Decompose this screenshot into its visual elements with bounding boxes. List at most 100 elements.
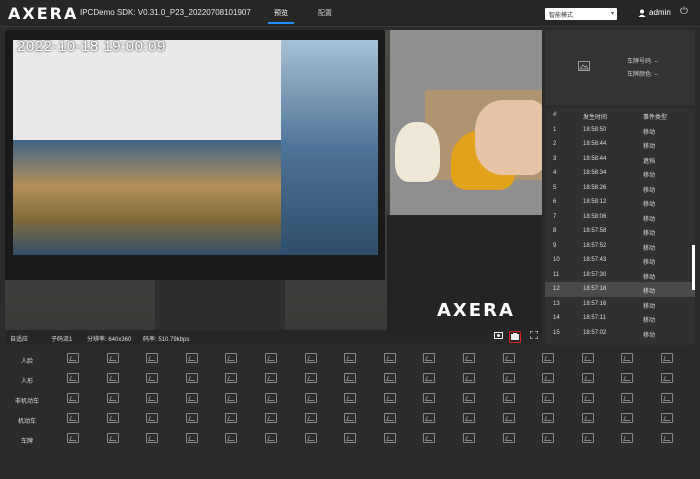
capture-thumbnail-icon[interactable] [542, 393, 555, 403]
capture-thumbnail-icon[interactable] [502, 353, 515, 363]
mode-select[interactable]: 智能模式 ▾ [545, 8, 617, 20]
capture-thumbnail-icon[interactable] [423, 433, 436, 443]
capture-thumbnail-icon[interactable] [463, 433, 475, 443]
event-row[interactable]: 12 18:57:18 移动 [545, 282, 695, 297]
capture-thumbnail-icon[interactable] [621, 413, 634, 423]
user-menu[interactable]: admin [638, 8, 671, 17]
capture-thumbnail-icon[interactable] [423, 393, 436, 403]
capture-thumbnail-icon[interactable] [344, 433, 357, 443]
capture-thumbnail-icon[interactable] [106, 413, 119, 423]
capture-thumbnail-icon[interactable] [67, 373, 79, 383]
capture-thumbnail-icon[interactable] [383, 373, 396, 383]
event-row[interactable]: 8 18:57:58 移动 [545, 224, 695, 239]
capture-thumbnail-icon[interactable] [581, 413, 594, 423]
capture-thumbnail-icon[interactable] [621, 373, 634, 383]
event-row[interactable]: 5 18:58:26 移动 [545, 181, 695, 196]
capture-thumbnail-icon[interactable] [265, 353, 277, 363]
capture-thumbnail-icon[interactable] [304, 433, 317, 443]
capture-thumbnail-icon[interactable] [502, 413, 515, 423]
capture-thumbnail-icon[interactable] [502, 393, 515, 403]
capture-thumbnail-icon[interactable] [225, 353, 238, 363]
capture-thumbnail-icon[interactable] [581, 373, 594, 383]
capture-thumbnail-icon[interactable] [463, 353, 475, 363]
capture-thumbnail-icon[interactable] [146, 413, 159, 423]
capture-thumbnail-icon[interactable] [185, 353, 198, 363]
capture-thumbnail-icon[interactable] [225, 413, 238, 423]
capture-thumbnail-icon[interactable] [542, 433, 555, 443]
event-row[interactable]: 9 18:57:52 移动 [545, 239, 695, 254]
capture-thumbnail-icon[interactable] [146, 433, 159, 443]
capture-thumbnail-icon[interactable] [383, 413, 396, 423]
capture-thumbnail-icon[interactable] [423, 373, 436, 383]
capture-thumbnail-icon[interactable] [621, 393, 634, 403]
capture-thumbnail-icon[interactable] [383, 433, 396, 443]
capture-thumbnail-icon[interactable] [463, 373, 475, 383]
capture-thumbnail-icon[interactable] [581, 433, 594, 443]
event-row[interactable]: 14 18:57:11 移动 [545, 311, 695, 326]
capture-thumbnail-icon[interactable] [542, 373, 555, 383]
capture-thumbnail-icon[interactable] [146, 353, 159, 363]
event-row[interactable]: 11 18:57:30 移动 [545, 268, 695, 283]
capture-thumbnail-icon[interactable] [661, 353, 673, 363]
capture-thumbnail-icon[interactable] [185, 433, 198, 443]
camera-icon[interactable] [492, 331, 504, 343]
capture-thumbnail-icon[interactable] [463, 413, 475, 423]
capture-thumbnail-icon[interactable] [265, 373, 277, 383]
capture-thumbnail-icon[interactable] [423, 353, 436, 363]
event-row[interactable]: 2 18:58:44 移动 [545, 137, 695, 152]
capture-thumbnail-icon[interactable] [106, 353, 119, 363]
capture-thumbnail-icon[interactable] [185, 413, 198, 423]
capture-thumbnail-icon[interactable] [304, 373, 317, 383]
event-row[interactable]: 1 18:58:50 移动 [545, 123, 695, 138]
fullscreen-icon[interactable] [528, 330, 540, 343]
capture-thumbnail-icon[interactable] [661, 413, 673, 423]
capture-thumbnail-icon[interactable] [67, 433, 79, 443]
capture-thumbnail-icon[interactable] [304, 393, 317, 403]
capture-thumbnail-icon[interactable] [463, 393, 475, 403]
capture-thumbnail-icon[interactable] [581, 393, 594, 403]
capture-thumbnail-icon[interactable] [225, 433, 238, 443]
capture-thumbnail-icon[interactable] [423, 413, 436, 423]
capture-thumbnail-icon[interactable] [225, 373, 238, 383]
capture-thumbnail-icon[interactable] [106, 373, 119, 383]
capture-thumbnail-icon[interactable] [383, 393, 396, 403]
capture-thumbnail-icon[interactable] [146, 373, 159, 383]
power-icon[interactable]: ⏻ [680, 6, 688, 17]
record-icon[interactable] [509, 331, 521, 343]
capture-thumbnail-icon[interactable] [67, 393, 79, 403]
adaptive-label[interactable]: 自适应 [10, 334, 28, 343]
capture-thumbnail-icon[interactable] [344, 373, 357, 383]
video-preview[interactable]: 2022-10-18 19:00:09 AXERA [5, 30, 542, 330]
capture-thumbnail-icon[interactable] [542, 413, 555, 423]
capture-thumbnail-icon[interactable] [265, 413, 277, 423]
event-list-scrollbar[interactable] [692, 245, 695, 290]
capture-thumbnail-icon[interactable] [344, 413, 357, 423]
capture-thumbnail-icon[interactable] [304, 353, 317, 363]
capture-thumbnail-icon[interactable] [225, 393, 238, 403]
capture-thumbnail-icon[interactable] [344, 393, 357, 403]
capture-thumbnail-icon[interactable] [265, 433, 277, 443]
capture-thumbnail-icon[interactable] [146, 393, 159, 403]
capture-thumbnail-icon[interactable] [661, 373, 673, 383]
event-row[interactable]: 6 18:58:12 移动 [545, 195, 695, 210]
capture-thumbnail-icon[interactable] [106, 393, 119, 403]
capture-thumbnail-icon[interactable] [502, 433, 515, 443]
nav-config-tab[interactable]: 配置 [312, 7, 338, 24]
capture-thumbnail-icon[interactable] [106, 433, 119, 443]
capture-thumbnail-icon[interactable] [581, 353, 594, 363]
event-row[interactable]: 7 18:58:06 移动 [545, 210, 695, 225]
capture-thumbnail-icon[interactable] [502, 373, 515, 383]
capture-thumbnail-icon[interactable] [67, 413, 79, 423]
event-row[interactable]: 4 18:58:34 移动 [545, 166, 695, 181]
capture-thumbnail-icon[interactable] [661, 393, 673, 403]
capture-thumbnail-icon[interactable] [661, 433, 673, 443]
capture-thumbnail-icon[interactable] [304, 413, 317, 423]
event-row[interactable]: 10 18:57:43 移动 [545, 253, 695, 268]
event-row[interactable]: 13 18:57:16 移动 [545, 297, 695, 312]
capture-thumbnail-icon[interactable] [621, 353, 634, 363]
capture-thumbnail-icon[interactable] [621, 433, 634, 443]
capture-thumbnail-icon[interactable] [383, 353, 396, 363]
event-row[interactable]: 15 18:57:02 移动 [545, 326, 695, 341]
capture-thumbnail-icon[interactable] [185, 393, 198, 403]
capture-thumbnail-icon[interactable] [265, 393, 277, 403]
